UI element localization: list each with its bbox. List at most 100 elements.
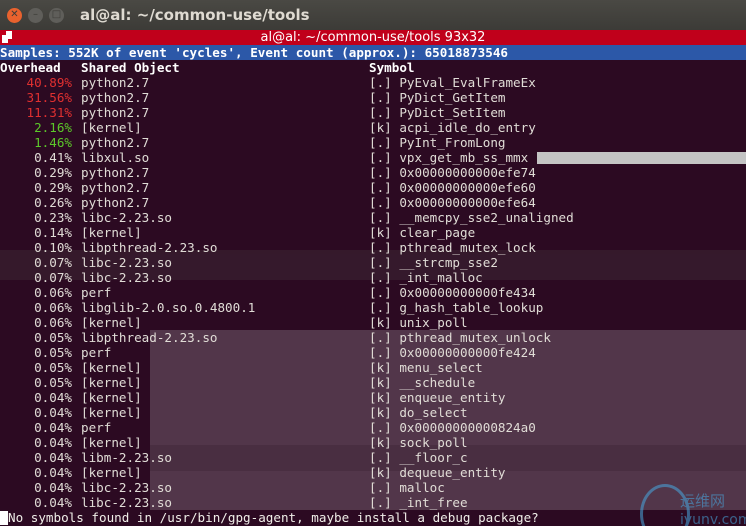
perf-row[interactable]: 0.29% python2.7 [.] 0x00000000000efe74 xyxy=(0,165,746,180)
perf-row[interactable]: 0.04% libc-2.23.so [.] malloc xyxy=(0,480,746,495)
row-shared-object: perf xyxy=(81,345,112,360)
row-shared-object: [kernel] xyxy=(81,390,142,405)
row-symbol: [.] pthread_mutex_lock xyxy=(369,240,536,255)
watermark-logo: 运维网 iyunv.com xyxy=(640,482,746,526)
minimize-window-button[interactable]: – xyxy=(28,7,43,23)
row-symbol: [.] _int_malloc xyxy=(369,270,483,285)
row-overhead: 0.04% xyxy=(34,405,72,420)
close-window-button[interactable]: ✕ xyxy=(7,7,22,23)
perf-row[interactable]: 0.04% [kernel] [k] dequeue_entity xyxy=(0,465,746,480)
perf-row[interactable]: 0.06% libglib-2.0.so.0.4800.1 [.] g_hash_t… xyxy=(0,300,746,315)
row-shared-object: libglib-2.0.so.0.4800.1 xyxy=(81,300,256,315)
row-shared-object: libc-2.23.so xyxy=(81,210,172,225)
perf-row[interactable]: 0.07% libc-2.23.so [.] _int_malloc xyxy=(0,270,746,285)
perf-summary-line: Samples: 552K of event 'cycles', Event c… xyxy=(0,45,746,60)
watermark-line1: 运维网 xyxy=(680,492,726,510)
row-shared-object: [kernel] xyxy=(81,405,142,420)
row-overhead: 0.14% xyxy=(34,225,72,240)
terminal-area[interactable]: al@al: ~/common-use/tools 93x32 Samples:… xyxy=(0,30,746,526)
perf-row[interactable]: 0.05% libpthread-2.23.so [.] pthread_mutex… xyxy=(0,330,746,345)
row-shared-object: libpthread-2.23.so xyxy=(81,330,218,345)
row-shared-object: perf xyxy=(81,285,112,300)
perf-row[interactable]: 0.04% [kernel] [k] sock_poll xyxy=(0,435,746,450)
perf-row[interactable]: 0.04% libm-2.23.so [.] __floor_c xyxy=(0,450,746,465)
window-title: al@al: ~/common-use/tools xyxy=(80,6,310,24)
row-shared-object: libpthread-2.23.so xyxy=(81,240,218,255)
row-overhead: 0.04% xyxy=(34,450,72,465)
perf-column-header: Overhead Shared Object Symbol xyxy=(0,60,746,75)
row-symbol: [.] PyDict_SetItem xyxy=(369,105,506,120)
row-shared-object: perf xyxy=(81,420,112,435)
row-shared-object: libc-2.23.so xyxy=(81,495,172,510)
row-shared-object: python2.7 xyxy=(81,135,150,150)
row-shared-object: libc-2.23.so xyxy=(81,480,172,495)
perf-row[interactable]: 0.04% [kernel] [k] do_select xyxy=(0,405,746,420)
perf-row[interactable]: 0.05% [kernel] [k] menu_select xyxy=(0,360,746,375)
row-overhead: 0.05% xyxy=(34,345,72,360)
perf-row[interactable]: 0.23% libc-2.23.so [.] __memcpy_sse2_unali… xyxy=(0,210,746,225)
perf-row[interactable]: 2.16% [kernel] [k] acpi_idle_do_entry xyxy=(0,120,746,135)
perf-row[interactable]: 0.26% python2.7 [.] 0x00000000000efe64 xyxy=(0,195,746,210)
row-symbol: [.] g_hash_table_lookup xyxy=(369,300,544,315)
row-shared-object: python2.7 xyxy=(81,180,150,195)
row-symbol: [.] 0x00000000000fe434 xyxy=(369,285,536,300)
row-symbol: [k] clear_page xyxy=(369,225,476,240)
terminal-cursor xyxy=(0,511,8,525)
row-shared-object: [kernel] xyxy=(81,315,142,330)
perf-row[interactable]: 0.06% perf [.] 0x00000000000fe434 xyxy=(0,285,746,300)
row-symbol: [k] do_select xyxy=(369,405,468,420)
perf-row[interactable]: 40.89% python2.7 [.] PyEval_EvalFrameEx xyxy=(0,75,746,90)
row-overhead: 0.04% xyxy=(34,435,72,450)
column-symbol: Symbol xyxy=(369,60,415,75)
row-symbol: [.] malloc xyxy=(369,480,445,495)
row-shared-object: python2.7 xyxy=(81,165,150,180)
perf-row[interactable]: 0.05% [kernel] [k] __schedule xyxy=(0,375,746,390)
row-symbol: [.] __memcpy_sse2_unaligned xyxy=(369,210,574,225)
perf-row[interactable]: 0.04% perf [.] 0x00000000000824a0 xyxy=(0,420,746,435)
row-symbol: [.] _int_free xyxy=(369,495,468,510)
row-overhead: 0.05% xyxy=(34,330,72,345)
row-overhead: 0.29% xyxy=(34,180,72,195)
row-shared-object: libxul.so xyxy=(81,150,150,165)
row-shared-object: python2.7 xyxy=(81,90,150,105)
perf-row[interactable]: 0.04% libc-2.23.so [.] _int_free xyxy=(0,495,746,510)
row-overhead: 0.41% xyxy=(34,150,72,165)
row-shared-object: python2.7 xyxy=(81,195,150,210)
perf-row[interactable]: 0.05% perf [.] 0x00000000000fe424 xyxy=(0,345,746,360)
selection-highlight xyxy=(537,152,746,164)
column-shared-object: Shared Object xyxy=(81,60,180,75)
row-symbol: [.] PyDict_GetItem xyxy=(369,90,506,105)
row-symbol: [.] 0x00000000000efe60 xyxy=(369,180,536,195)
row-overhead: 0.04% xyxy=(34,390,72,405)
row-symbol: [k] acpi_idle_do_entry xyxy=(369,120,536,135)
perf-row[interactable]: 1.46% python2.7 [.] PyInt_FromLong xyxy=(0,135,746,150)
perf-row[interactable]: 0.14% [kernel] [k] clear_page xyxy=(0,225,746,240)
window-titlebar: ✕ – □ al@al: ~/common-use/tools xyxy=(0,0,746,30)
perf-row[interactable]: 0.07% libc-2.23.so [.] __strcmp_sse2 xyxy=(0,255,746,270)
perf-row[interactable]: 0.06% [kernel] [k] unix_poll xyxy=(0,315,746,330)
row-overhead: 0.06% xyxy=(34,300,72,315)
status-message-line: No symbols found in /usr/bin/gpg-agent, … xyxy=(0,510,746,526)
row-overhead: 0.10% xyxy=(34,240,72,255)
perf-row[interactable]: 0.41% libxul.so [.] vpx_get_mb_ss_mmx xyxy=(0,150,746,165)
row-shared-object: [kernel] xyxy=(81,435,142,450)
row-symbol: [k] dequeue_entity xyxy=(369,465,506,480)
row-symbol: [k] sock_poll xyxy=(369,435,468,450)
maximize-window-button[interactable]: □ xyxy=(49,7,64,23)
perf-row[interactable]: 0.10% libpthread-2.23.so [.] pthread_mutex… xyxy=(0,240,746,255)
perf-row[interactable]: 31.56% python2.7 [.] PyDict_GetItem xyxy=(0,90,746,105)
row-symbol: [.] pthread_mutex_unlock xyxy=(369,330,551,345)
row-overhead: 0.04% xyxy=(34,420,72,435)
row-overhead: 0.04% xyxy=(34,495,72,510)
row-symbol: [.] PyEval_EvalFrameEx xyxy=(369,75,536,90)
perf-row[interactable]: 0.04% [kernel] [k] enqueue_entity xyxy=(0,390,746,405)
perf-row[interactable]: 0.29% python2.7 [.] 0x00000000000efe60 xyxy=(0,180,746,195)
row-symbol: [.] 0x00000000000824a0 xyxy=(369,420,536,435)
row-overhead: 0.29% xyxy=(34,165,72,180)
perf-row[interactable]: 11.31% python2.7 [.] PyDict_SetItem xyxy=(0,105,746,120)
row-symbol: [.] 0x00000000000fe424 xyxy=(369,345,536,360)
row-shared-object: [kernel] xyxy=(81,360,142,375)
row-overhead: 0.05% xyxy=(34,360,72,375)
row-overhead: 2.16% xyxy=(34,120,72,135)
watermark-line2: iyunv.com xyxy=(680,512,746,526)
